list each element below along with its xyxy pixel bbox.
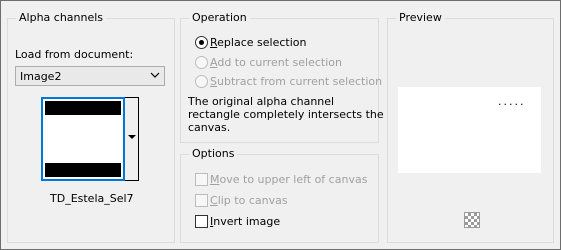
clip-canvas-checkbox[interactable] — [195, 194, 208, 207]
load-from-document-label: Load from document: — [15, 48, 134, 61]
options-legend: Options — [189, 147, 238, 160]
add-selection-label[interactable]: Add to current selection — [210, 56, 342, 69]
subtract-selection-mnemonic: S — [210, 75, 217, 88]
replace-selection-text: eplace selection — [217, 36, 307, 49]
subtract-selection-text: ubtract from current selection — [216, 75, 383, 88]
document-select-value: Image2 — [20, 70, 62, 83]
move-upper-left-mnemonic: M — [210, 173, 220, 186]
operation-legend: Operation — [189, 11, 250, 24]
clip-canvas-mnemonic: C — [210, 194, 218, 207]
transparency-toggle-icon[interactable] — [464, 212, 480, 228]
alpha-channels-legend: Alpha channels — [16, 11, 107, 24]
invert-image-label[interactable]: Invert image — [210, 215, 280, 228]
subtract-selection-radio[interactable] — [195, 75, 208, 88]
replace-selection-radio[interactable] — [195, 36, 208, 49]
dropdown-arrow-icon — [128, 135, 136, 139]
invert-image-checkbox[interactable] — [195, 215, 208, 228]
move-upper-left-text: ove to upper left of canvas — [219, 173, 368, 186]
subtract-selection-label[interactable]: Subtract from current selection — [210, 75, 382, 88]
channel-thumbnail-focus — [41, 97, 125, 181]
chevron-down-icon — [150, 72, 160, 78]
clip-canvas-text: lip to canvas — [217, 194, 288, 207]
add-selection-radio[interactable] — [195, 56, 208, 69]
replace-selection-label[interactable]: Replace selection — [210, 36, 306, 49]
channel-dropdown-button[interactable] — [125, 97, 139, 181]
radio-selected-dot — [199, 40, 204, 45]
description-line-3: canvas. — [188, 121, 231, 134]
clip-canvas-label[interactable]: Clip to canvas — [210, 194, 288, 207]
add-selection-text: dd to current selection — [217, 56, 342, 69]
description-line-1: The original alpha channel — [188, 95, 335, 108]
preview-marker: ..... — [498, 95, 526, 108]
preview-pane: ..... — [398, 87, 541, 173]
preview-legend: Preview — [396, 11, 445, 24]
move-upper-left-label[interactable]: Move to upper left of canvas — [210, 173, 367, 186]
document-select[interactable]: Image2 — [15, 66, 165, 86]
channel-name-label: TD_Estela_Sel7 — [50, 192, 134, 205]
invert-image-text: nvert image — [213, 215, 281, 228]
description-line-2: rectangle completely intersects the — [188, 108, 384, 121]
operation-description: The original alpha channel rectangle com… — [188, 95, 384, 134]
move-upper-left-checkbox[interactable] — [195, 173, 208, 186]
